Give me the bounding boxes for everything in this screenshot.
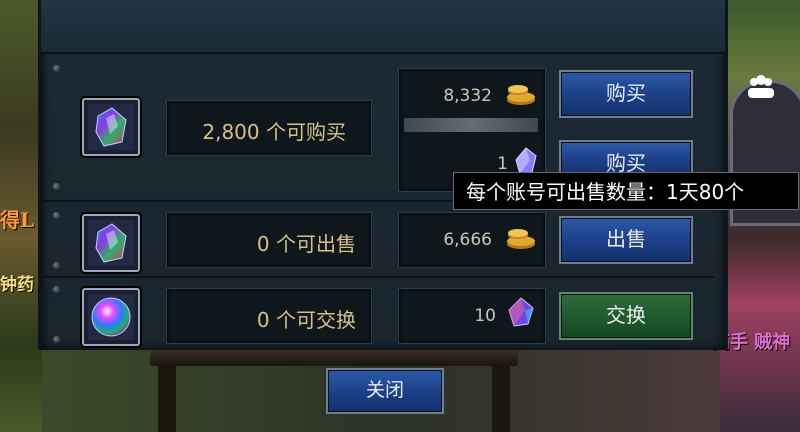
rainbow-crystal-icon — [88, 104, 134, 150]
price-text-row2: 6,666 — [443, 230, 492, 250]
rivet — [53, 286, 60, 293]
item-slot-row3[interactable] — [82, 288, 140, 346]
count-text-row1: 2,800 个可购买 — [202, 120, 346, 144]
secondary-price-text-row1: 1 — [497, 154, 508, 174]
side-text-left-2: 钟药 — [0, 275, 34, 295]
gem-icon — [508, 297, 534, 327]
background-scene-right — [720, 0, 800, 432]
rivet — [53, 65, 60, 72]
rivet — [53, 262, 60, 269]
price-separator — [404, 118, 538, 132]
panel-header — [41, 0, 725, 54]
rainbow-orb-icon — [88, 294, 134, 340]
close-button[interactable]: 关闭 — [326, 368, 444, 414]
price-text-row1: 8,332 — [443, 86, 492, 106]
rivet — [53, 336, 60, 343]
exchange-button[interactable]: 交换 — [559, 292, 693, 340]
count-text-row2: 0 个可出售 — [256, 232, 356, 256]
sell-button[interactable]: 出售 — [559, 216, 693, 264]
bench-leg — [492, 366, 510, 432]
rivet — [53, 183, 60, 190]
item-slot-row2[interactable] — [82, 214, 140, 272]
bench-leg — [158, 366, 176, 432]
count-text-row3: 0 个可交换 — [256, 308, 356, 332]
row-divider — [42, 276, 714, 278]
price-text-row3: 10 — [474, 306, 496, 326]
buy-button[interactable]: 购买 — [559, 70, 693, 118]
bench-decoration — [150, 350, 518, 366]
gold-coin-icon — [507, 229, 535, 249]
rivet — [53, 212, 60, 219]
sell-limit-tooltip: 每个账号可出售数量：1天80个 — [453, 172, 799, 210]
item-slot-row1[interactable] — [82, 98, 140, 156]
guild-icon — [746, 74, 776, 100]
gold-coin-icon — [507, 85, 535, 105]
rainbow-crystal-icon — [88, 220, 134, 266]
side-text-left-1: 得L — [0, 208, 35, 232]
